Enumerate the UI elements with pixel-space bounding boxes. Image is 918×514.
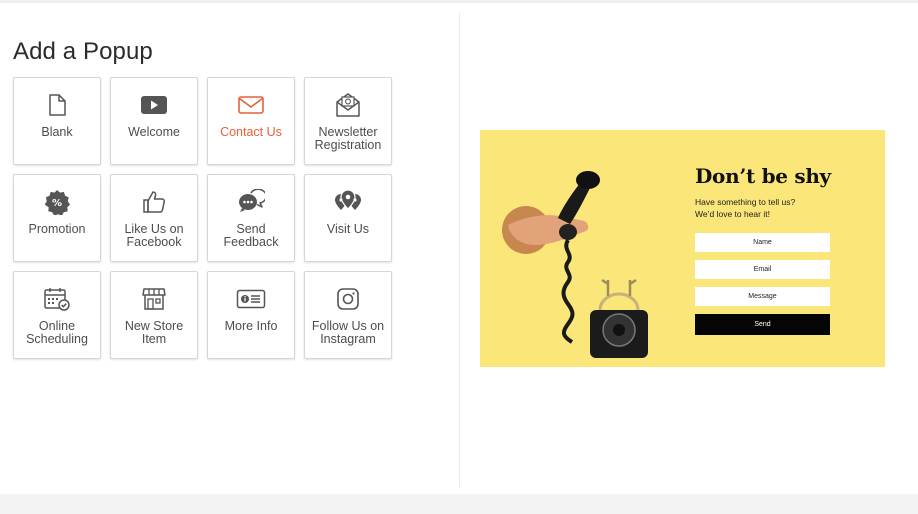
storefront-icon — [111, 286, 197, 312]
popup-subtitle: Have something to tell us? We’d love to … — [695, 196, 845, 220]
panel-divider — [459, 12, 460, 487]
template-online-scheduling[interactable]: Online Scheduling — [13, 271, 101, 359]
template-label: More Info — [224, 319, 278, 333]
newsletter-icon — [305, 92, 391, 118]
template-label: Promotion — [28, 222, 86, 236]
popup-title: Don’t be shy — [695, 164, 831, 188]
template-label: New Store Item — [124, 319, 184, 346]
document-icon — [14, 92, 100, 118]
template-promotion[interactable]: % Promotion — [13, 174, 101, 262]
template-follow-instagram[interactable]: Follow Us on Instagram — [304, 271, 392, 359]
email-field: Email — [695, 260, 830, 279]
calendar-check-icon — [14, 286, 100, 312]
template-grid: Blank Welcome Contact Us Newsletter Regi… — [13, 77, 392, 359]
thumbs-up-icon — [111, 189, 197, 215]
template-like-us-facebook[interactable]: Like Us on Facebook — [110, 174, 198, 262]
svg-text:%: % — [52, 198, 62, 209]
template-label: Contact Us — [220, 125, 282, 139]
popup-preview: Don’t be shy Have something to tell us? … — [480, 130, 885, 367]
name-field: Name — [695, 233, 830, 252]
play-icon — [111, 92, 197, 118]
template-welcome[interactable]: Welcome — [110, 77, 198, 165]
template-label: Welcome — [128, 125, 180, 139]
send-button: Send — [695, 314, 830, 335]
info-card-icon — [208, 286, 294, 312]
telephone-image — [502, 171, 648, 358]
template-label: Send Feedback — [223, 222, 279, 249]
template-contact-us[interactable]: Contact Us — [207, 77, 295, 165]
template-new-store-item[interactable]: New Store Item — [110, 271, 198, 359]
template-label: Like Us on Facebook — [124, 222, 184, 249]
popup-subtitle-line1: Have something to tell us? — [695, 197, 796, 207]
template-label: Blank — [41, 125, 73, 139]
template-blank[interactable]: Blank — [13, 77, 101, 165]
popup-subtitle-line2: We’d love to hear it! — [695, 209, 770, 219]
template-label: Visit Us — [326, 222, 370, 236]
template-newsletter-registration[interactable]: Newsletter Registration — [304, 77, 392, 165]
template-label: Newsletter Registration — [314, 125, 382, 152]
message-field: Message — [695, 287, 830, 306]
chat-bubbles-icon — [208, 189, 294, 215]
template-visit-us[interactable]: Visit Us — [304, 174, 392, 262]
bottom-strip — [0, 494, 918, 514]
map-pins-icon — [305, 189, 391, 215]
envelope-icon — [208, 92, 294, 118]
template-more-info[interactable]: More Info — [207, 271, 295, 359]
template-send-feedback[interactable]: Send Feedback — [207, 174, 295, 262]
panel-title: Add a Popup — [13, 38, 153, 65]
template-label: Follow Us on Instagram — [311, 319, 385, 346]
percent-badge-icon: % — [14, 189, 100, 215]
template-label: Online Scheduling — [26, 319, 88, 346]
top-strip — [0, 0, 918, 3]
instagram-icon — [305, 286, 391, 312]
